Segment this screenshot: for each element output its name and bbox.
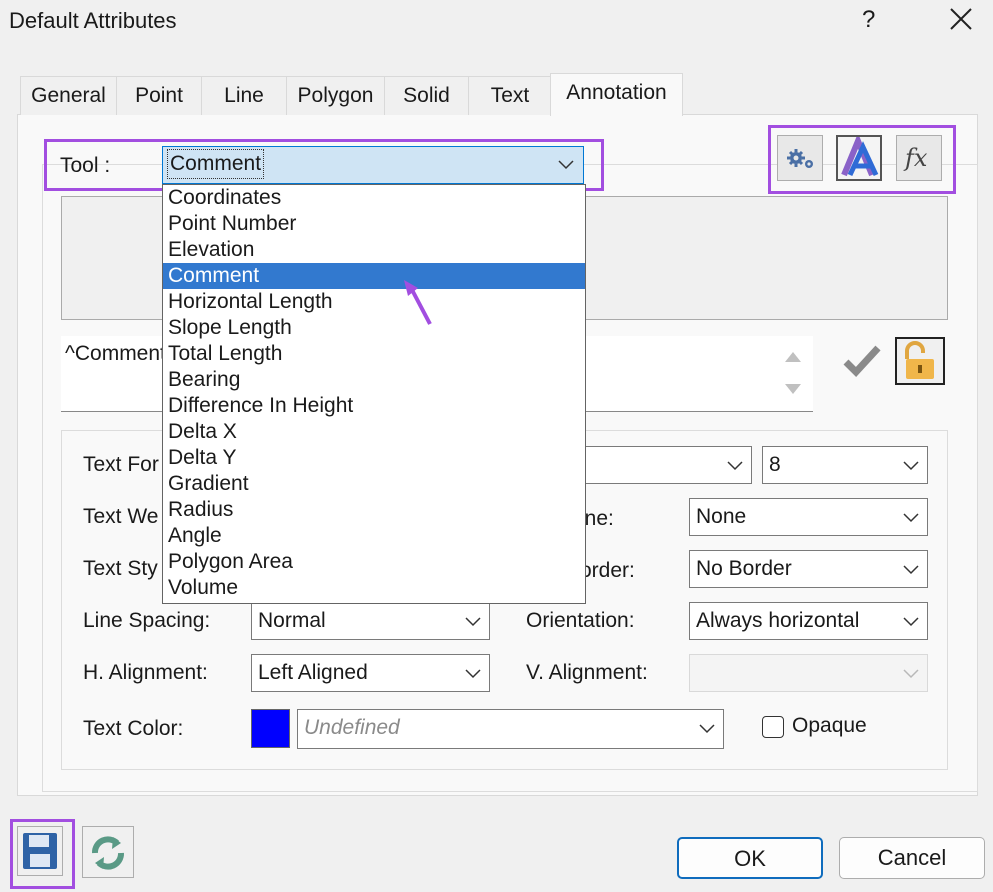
help-button[interactable]: ? (862, 6, 875, 34)
tool-dropdown-list[interactable]: Coordinates Point Number Elevation Comment H… (162, 184, 586, 604)
tab-line[interactable]: Line (201, 76, 287, 115)
ok-button[interactable]: OK (677, 837, 823, 879)
tool-option[interactable]: Elevation (163, 237, 585, 263)
tool-option[interactable]: Point Number (163, 211, 585, 237)
arrow-annotation-icon (404, 280, 432, 325)
tool-option[interactable]: Angle (163, 523, 585, 549)
refresh-button[interactable] (82, 826, 134, 878)
tool-label: Tool : (60, 154, 111, 177)
tab-point[interactable]: Point (116, 76, 202, 115)
cancel-button[interactable]: Cancel (839, 837, 985, 879)
svg-text:fx: fx (903, 144, 928, 172)
underline-value: None (696, 505, 747, 528)
tool-option[interactable]: Difference In Height (163, 393, 585, 419)
chevron-down-icon (903, 617, 919, 627)
chevron-down-icon (903, 513, 919, 523)
text-font-dropdown[interactable] (580, 446, 752, 484)
chevron-down-icon (903, 565, 919, 575)
text-size-dropdown[interactable]: 8 (762, 446, 928, 484)
text-color-value: Undefined (304, 716, 400, 739)
close-button[interactable] (946, 4, 976, 34)
text-font-label: Text For (83, 453, 159, 476)
tool-option[interactable]: Coordinates (163, 185, 585, 211)
font-icon (841, 133, 879, 177)
tool-option[interactable]: Total Length (163, 341, 585, 367)
v-alignment-dropdown (689, 654, 928, 692)
tool-option[interactable]: Slope Length (163, 315, 585, 341)
tab-text[interactable]: Text (468, 76, 552, 115)
text-style-label: Text Sty (83, 557, 158, 580)
scroll-down-icon[interactable] (783, 382, 803, 398)
tool-option[interactable]: Gradient (163, 471, 585, 497)
unlocked-padlock-icon (905, 341, 934, 379)
line-spacing-value: Normal (258, 609, 326, 632)
line-spacing-dropdown[interactable]: Normal (251, 602, 490, 640)
scroll-up-icon[interactable] (783, 348, 803, 364)
line-spacing-label: Line Spacing: (83, 609, 211, 632)
tab-polygon[interactable]: Polygon (286, 76, 385, 115)
checkmark-icon[interactable] (842, 342, 882, 378)
opaque-label: Opaque (792, 714, 867, 737)
function-fx-icon: fx (903, 144, 928, 172)
orientation-dropdown[interactable]: Always horizontal (689, 602, 928, 640)
text-size-value: 8 (769, 453, 781, 476)
border-dropdown[interactable]: No Border (689, 550, 928, 588)
tool-option[interactable]: Horizontal Length (163, 289, 585, 315)
window-title: Default Attributes (9, 8, 177, 33)
function-button[interactable]: fx (896, 135, 942, 181)
chevron-down-icon (465, 617, 481, 627)
tool-option[interactable]: Radius (163, 497, 585, 523)
tab-annotation[interactable]: Annotation (550, 73, 683, 116)
h-alignment-label: H. Alignment: (83, 661, 208, 684)
v-alignment-label: V. Alignment: (526, 661, 648, 684)
border-label: order: (580, 559, 635, 582)
underline-dropdown[interactable]: None (689, 498, 928, 536)
text-color-swatch[interactable] (251, 709, 290, 748)
h-alignment-value: Left Aligned (258, 661, 368, 684)
tool-option[interactable]: Bearing (163, 367, 585, 393)
chevron-down-icon (903, 669, 919, 679)
tab-solid[interactable]: Solid (384, 76, 469, 115)
orientation-value: Always horizontal (696, 609, 860, 632)
text-color-dropdown[interactable]: Undefined (297, 709, 724, 749)
chevron-down-icon (558, 160, 574, 170)
expression-text: ^Comment (65, 342, 166, 365)
tool-dropdown-value: Comment (167, 149, 265, 179)
save-button[interactable] (17, 826, 63, 876)
border-value: No Border (696, 557, 792, 580)
settings-button[interactable] (777, 135, 823, 181)
h-alignment-dropdown[interactable]: Left Aligned (251, 654, 490, 692)
chevron-down-icon (727, 461, 743, 471)
floppy-disk-icon (23, 833, 57, 869)
orientation-label: Orientation: (526, 609, 635, 632)
text-weight-label: Text We (83, 505, 159, 528)
chevron-down-icon (699, 724, 715, 734)
chevron-down-icon (903, 461, 919, 471)
gears-icon (787, 149, 813, 168)
font-button[interactable] (836, 133, 882, 181)
text-color-label: Text Color: (83, 717, 184, 740)
close-icon (950, 8, 972, 30)
opaque-checkbox[interactable] (762, 716, 784, 738)
lock-button[interactable] (895, 337, 945, 385)
tool-option[interactable]: Delta X (163, 419, 585, 445)
tool-option[interactable]: Polygon Area (163, 549, 585, 575)
tool-option[interactable]: Comment (163, 263, 585, 289)
tool-option[interactable]: Delta Y (163, 445, 585, 471)
refresh-icon (92, 836, 124, 870)
chevron-down-icon (465, 669, 481, 679)
tool-option[interactable]: Volume (163, 575, 585, 601)
tool-dropdown[interactable]: Comment (162, 146, 584, 184)
tab-general[interactable]: General (20, 76, 117, 115)
